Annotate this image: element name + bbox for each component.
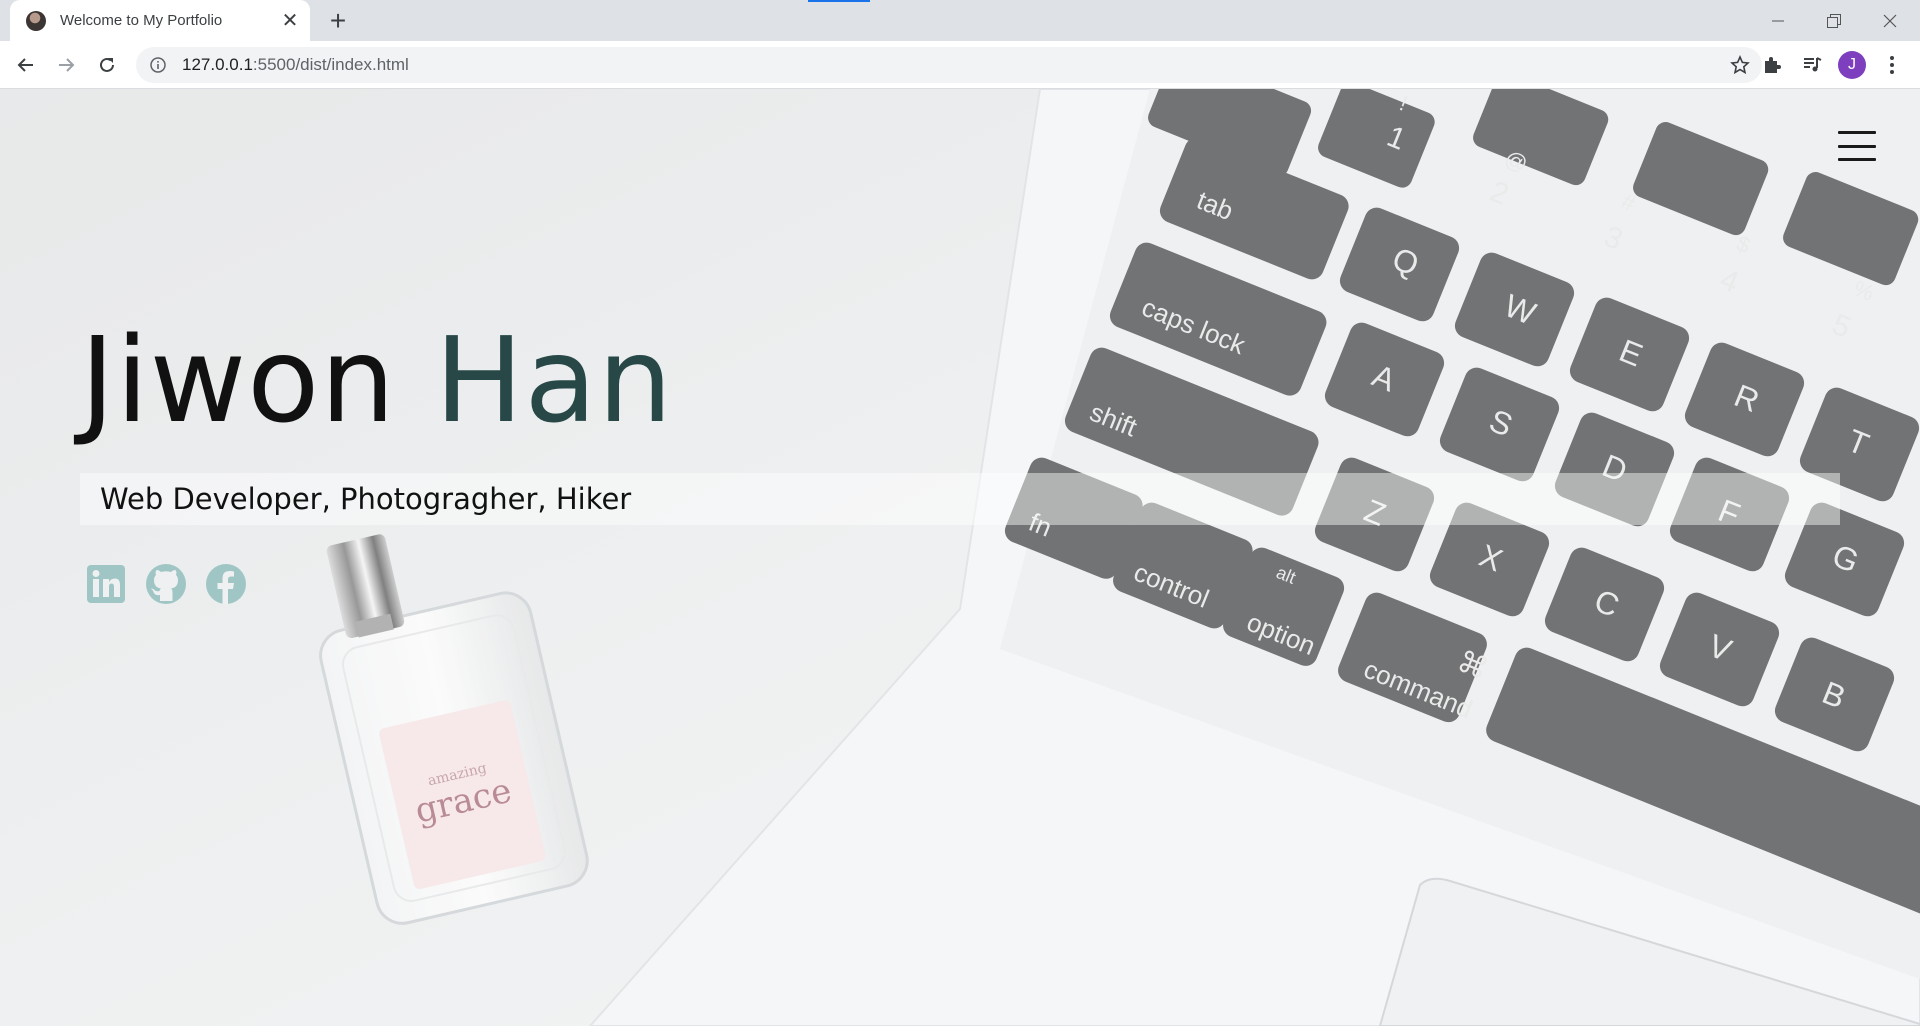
social-links	[86, 564, 246, 604]
browser-tabstrip: Welcome to My Portfolio ✕ +	[0, 0, 1920, 41]
forward-button[interactable]	[50, 49, 82, 81]
hamburger-menu-button[interactable]	[1838, 131, 1876, 161]
restore-icon	[1827, 13, 1841, 28]
minimize-icon	[1772, 20, 1784, 21]
github-icon	[146, 564, 186, 604]
url-host: 127.0.0.1	[182, 55, 253, 74]
close-window-button[interactable]	[1862, 0, 1918, 41]
profile-avatar[interactable]: J	[1838, 51, 1866, 79]
tab-close-button[interactable]: ✕	[276, 7, 304, 35]
portfolio-page: tab caps lock shift fn control alt optio…	[0, 89, 1920, 1026]
menu-line	[1838, 144, 1876, 148]
address-bar[interactable]: 127.0.0.1:5500/dist/index.html	[136, 47, 1762, 83]
first-name: Jiwon	[80, 311, 397, 449]
tagline: Web Developer, Photogragher, Hiker	[100, 482, 632, 516]
playlist-icon	[1804, 57, 1822, 72]
menu-line	[1838, 158, 1876, 161]
restore-button[interactable]	[1806, 0, 1862, 41]
browser-menu-button[interactable]	[1878, 51, 1906, 79]
linkedin-link[interactable]	[86, 564, 126, 604]
reload-icon	[100, 57, 114, 72]
url-path: :5500/dist/index.html	[252, 55, 409, 74]
more-vertical-icon	[1890, 56, 1894, 74]
new-tab-button[interactable]: +	[322, 5, 354, 37]
arrow-left-icon	[17, 58, 33, 72]
background-photo: tab caps lock shift fn control alt optio…	[0, 89, 1920, 1026]
menu-line	[1838, 131, 1876, 134]
back-button[interactable]	[10, 49, 42, 81]
photo-overlay	[0, 89, 1920, 1026]
facebook-icon	[206, 564, 246, 604]
linkedin-icon	[87, 565, 125, 603]
minimize-button[interactable]	[1750, 0, 1806, 41]
bookmark-button[interactable]	[1726, 51, 1754, 79]
favicon-icon	[26, 10, 46, 31]
close-icon	[1883, 14, 1897, 27]
url-text[interactable]: 127.0.0.1:5500/dist/index.html	[182, 55, 1726, 75]
media-button[interactable]	[1798, 51, 1826, 79]
hero-name: Jiwon Han	[80, 321, 673, 439]
browser-tab[interactable]: Welcome to My Portfolio ✕	[10, 0, 310, 41]
puzzle-icon	[1765, 57, 1781, 73]
star-icon	[1730, 55, 1750, 75]
extensions-button[interactable]	[1758, 51, 1786, 79]
facebook-link[interactable]	[206, 564, 246, 604]
info-icon[interactable]	[150, 57, 166, 73]
github-link[interactable]	[146, 564, 186, 604]
arrow-right-icon	[59, 58, 75, 72]
browser-toolbar: 127.0.0.1:5500/dist/index.html J	[0, 41, 1920, 89]
tab-title: Welcome to My Portfolio	[60, 12, 223, 29]
tagline-bar: Web Developer, Photogragher, Hiker	[80, 473, 1840, 525]
loading-indicator	[808, 0, 870, 2]
reload-button[interactable]	[91, 49, 123, 81]
last-name: Han	[434, 311, 674, 449]
